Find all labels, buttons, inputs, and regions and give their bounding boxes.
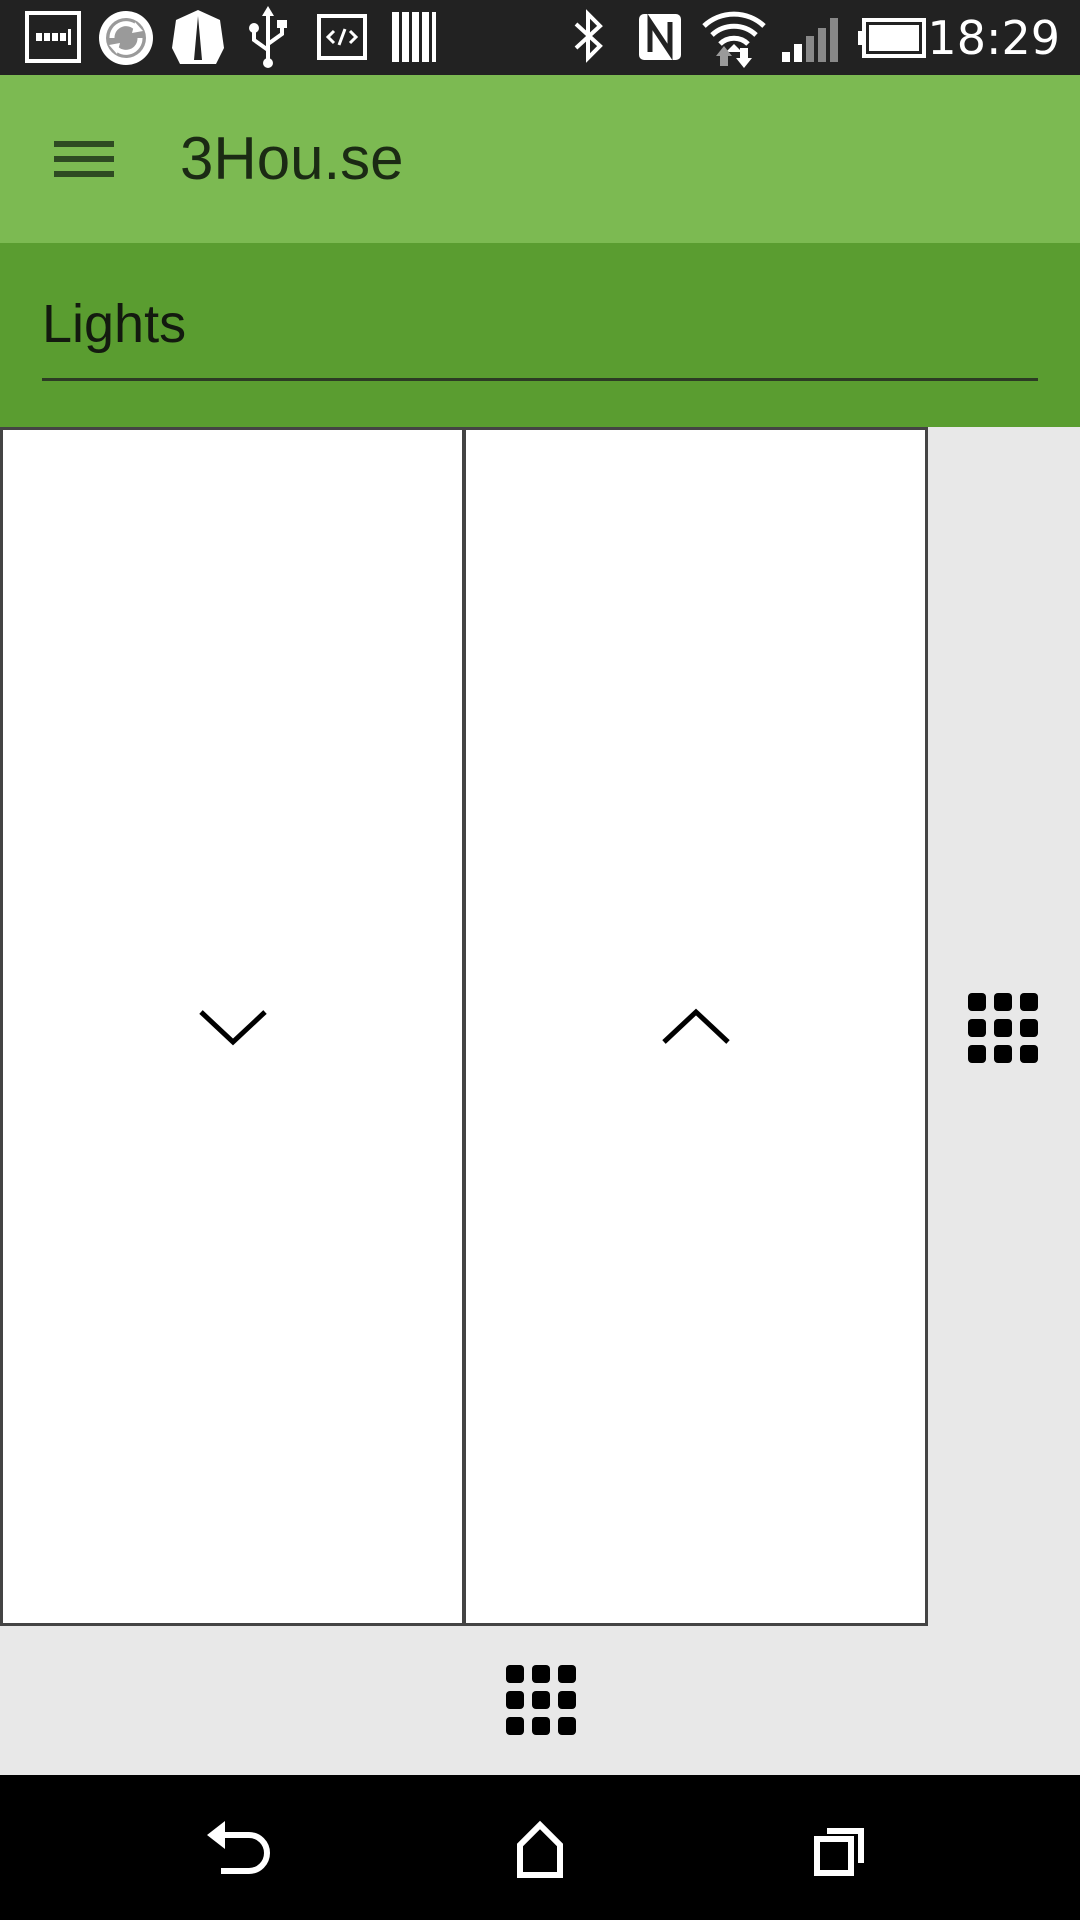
- app-title: 3Hou.se: [180, 125, 404, 192]
- hamburger-menu-icon[interactable]: [40, 119, 128, 199]
- barcode-icon: [392, 12, 436, 62]
- nav-bar: [0, 1775, 1080, 1920]
- recents-button[interactable]: [785, 1795, 895, 1905]
- back-icon: [207, 1821, 270, 1874]
- content-area: [0, 427, 1080, 1775]
- section-title: Lights: [42, 294, 187, 354]
- lights-up-button[interactable]: [463, 427, 928, 1626]
- home-icon: [517, 1820, 563, 1878]
- nfc-icon: [639, 13, 681, 61]
- chevron-down-icon: [198, 1009, 267, 1045]
- developer-icon: [317, 14, 367, 60]
- shield-icon: [172, 10, 224, 64]
- screen: 18:29 3Hou.se Lights: [0, 0, 1080, 1920]
- bluetooth-icon: [574, 9, 603, 63]
- section-underline: [42, 378, 1038, 381]
- status-bar: 18:29: [0, 0, 1080, 75]
- home-button[interactable]: [485, 1795, 595, 1905]
- section-header: Lights: [0, 243, 1080, 427]
- app-bar: 3Hou.se: [0, 75, 1080, 243]
- keyboard-icon: [25, 11, 81, 63]
- chevron-up-icon: [661, 1008, 730, 1044]
- status-time: 18:29: [927, 11, 1060, 65]
- grid-icon-bottom[interactable]: [504, 1663, 578, 1737]
- back-button[interactable]: [185, 1795, 295, 1905]
- recents-icon: [814, 1828, 864, 1876]
- signal-icon: [782, 18, 838, 62]
- wifi-icon: [702, 11, 766, 68]
- battery-icon: [858, 18, 926, 58]
- grid-icon[interactable]: [966, 991, 1040, 1065]
- sync-icon: [99, 11, 153, 65]
- lights-down-button[interactable]: [0, 427, 465, 1626]
- usb-icon: [249, 6, 287, 68]
